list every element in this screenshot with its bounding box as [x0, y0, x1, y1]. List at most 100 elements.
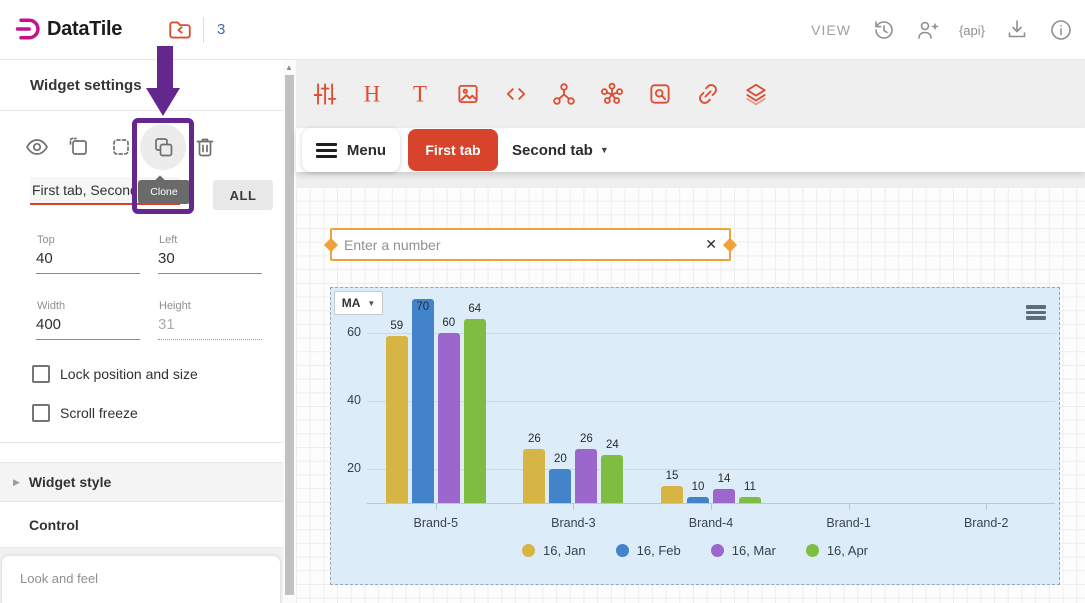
scroll-freeze-row[interactable]: Scroll freeze	[32, 404, 138, 422]
panel-title: Widget settings	[30, 77, 142, 94]
settings-sliders-icon[interactable]	[307, 77, 341, 111]
lock-position-row[interactable]: Lock position and size	[32, 365, 198, 383]
top-field[interactable]	[36, 250, 140, 274]
all-button[interactable]: ALL	[213, 180, 273, 210]
scrollbar-thumb[interactable]	[285, 75, 294, 595]
chart-bval: 60	[434, 317, 464, 329]
chart-xtick	[573, 504, 574, 510]
cluster-icon[interactable]	[595, 77, 629, 111]
text-icon[interactable]: T	[403, 77, 437, 111]
expand-caret-icon: ▶	[13, 477, 20, 488]
chart-xtick	[986, 504, 987, 510]
view-button[interactable]: VIEW	[811, 22, 851, 38]
section-label: Look and feel	[20, 571, 280, 586]
chart-bar[interactable]	[713, 489, 735, 503]
image-icon[interactable]	[451, 77, 485, 111]
download-icon[interactable]	[1005, 18, 1029, 42]
tab-second[interactable]: Second tab ▼	[512, 128, 609, 172]
widget-style-section[interactable]: ▶ Widget style	[0, 462, 283, 502]
visibility-icon[interactable]	[21, 131, 53, 163]
chart-bar[interactable]	[412, 299, 434, 503]
number-input-widget[interactable]: ✕	[330, 228, 731, 261]
field-label-width: Width	[37, 300, 65, 312]
chart-xtick	[436, 504, 437, 510]
chart-bar[interactable]	[601, 455, 623, 503]
chart-xlab: Brand-2	[931, 516, 1041, 530]
chart-bar[interactable]	[687, 497, 709, 503]
chart-context-menu-icon[interactable]	[1026, 305, 1046, 320]
tab-first[interactable]: First tab	[408, 129, 498, 171]
code-icon[interactable]	[499, 77, 533, 111]
link-icon[interactable]	[691, 77, 725, 111]
scrollbar-up-arrow[interactable]: ▲	[285, 63, 293, 72]
chevron-down-icon: ▼	[367, 299, 375, 308]
legend-item[interactable]: 16, Feb	[616, 543, 681, 558]
lock-position-checkbox[interactable]	[32, 365, 50, 383]
chart-bval: 59	[382, 320, 412, 332]
chart-bar[interactable]	[549, 469, 571, 503]
chart-bar[interactable]	[386, 336, 408, 503]
legend-dot	[711, 544, 724, 557]
chart-xlab: Brand-1	[794, 516, 904, 530]
chart-bar[interactable]	[464, 319, 486, 503]
widget-tools-row	[21, 131, 231, 163]
legend-item[interactable]: 16, Apr	[806, 543, 868, 558]
legend-item[interactable]: 16, Jan	[522, 543, 586, 558]
chart-xtick	[849, 504, 850, 510]
tab-bar: Menu First tab Second tab ▼	[296, 128, 1085, 172]
legend-item[interactable]: 16, Mar	[711, 543, 776, 558]
history-icon[interactable]	[871, 18, 895, 42]
chart-bval: 26	[519, 433, 549, 445]
hamburger-icon	[316, 143, 337, 158]
chart-bar[interactable]	[575, 449, 597, 503]
checkbox-label: Lock position and size	[60, 366, 198, 382]
chevron-down-icon: ▼	[600, 145, 609, 155]
heading-icon[interactable]: H	[355, 77, 389, 111]
search-widget-icon[interactable]	[643, 77, 677, 111]
topbar-divider	[203, 17, 204, 43]
number-input[interactable]	[332, 237, 693, 253]
legend-label: 16, Feb	[637, 543, 681, 558]
sidebar-scrollbar[interactable]: ▲	[283, 60, 296, 603]
legend-label: 16, Mar	[732, 543, 776, 558]
api-icon[interactable]: {api}	[959, 23, 985, 38]
chart-bar[interactable]	[438, 333, 460, 503]
legend-label: 16, Jan	[543, 543, 586, 558]
ma-dropdown[interactable]: MA ▼	[334, 291, 383, 315]
left-field[interactable]	[158, 250, 262, 274]
chart-xlab: Brand-5	[381, 516, 491, 530]
look-and-feel-section[interactable]: Look and feel	[1, 555, 281, 603]
ma-label: MA	[342, 296, 361, 310]
info-icon[interactable]	[1049, 18, 1073, 42]
section-label: Widget style	[29, 474, 111, 490]
svg-text:T: T	[413, 82, 427, 107]
app-logo[interactable]: DataTile	[14, 15, 122, 43]
chart-xlab: Brand-4	[656, 516, 766, 530]
svg-text:H: H	[364, 82, 380, 107]
add-user-icon[interactable]	[915, 18, 939, 42]
chart-bar[interactable]	[661, 486, 683, 503]
share-nodes-icon[interactable]	[547, 77, 581, 111]
divider	[0, 442, 283, 443]
select-widget-icon[interactable]	[63, 131, 95, 163]
tab-label: Second tab	[512, 142, 593, 159]
control-section[interactable]: Control	[0, 503, 283, 548]
chart-ylab: 40	[335, 393, 361, 407]
height-field	[158, 316, 262, 340]
chart-bar[interactable]	[523, 449, 545, 503]
board-count[interactable]: 3	[217, 21, 225, 38]
widget-toolbar: H T	[296, 60, 1085, 128]
width-field[interactable]	[36, 316, 140, 340]
chart-bar[interactable]	[739, 497, 761, 503]
back-folder-icon[interactable]	[167, 17, 193, 43]
layers-icon[interactable]	[739, 77, 773, 111]
field-label-left: Left	[159, 234, 177, 246]
scroll-freeze-checkbox[interactable]	[32, 404, 50, 422]
legend-dot	[522, 544, 535, 557]
chart-bval: 64	[460, 303, 490, 315]
annotation-highlight-box	[132, 118, 194, 214]
chart-legend: 16, Jan 16, Feb 16, Mar 16, Apr	[331, 543, 1059, 558]
chart-bval: 70	[408, 301, 438, 313]
bar-chart-widget[interactable]: MA ▼ 204060Brand-559706064Brand-32620262…	[330, 287, 1060, 585]
menu-button[interactable]: Menu	[302, 128, 400, 172]
